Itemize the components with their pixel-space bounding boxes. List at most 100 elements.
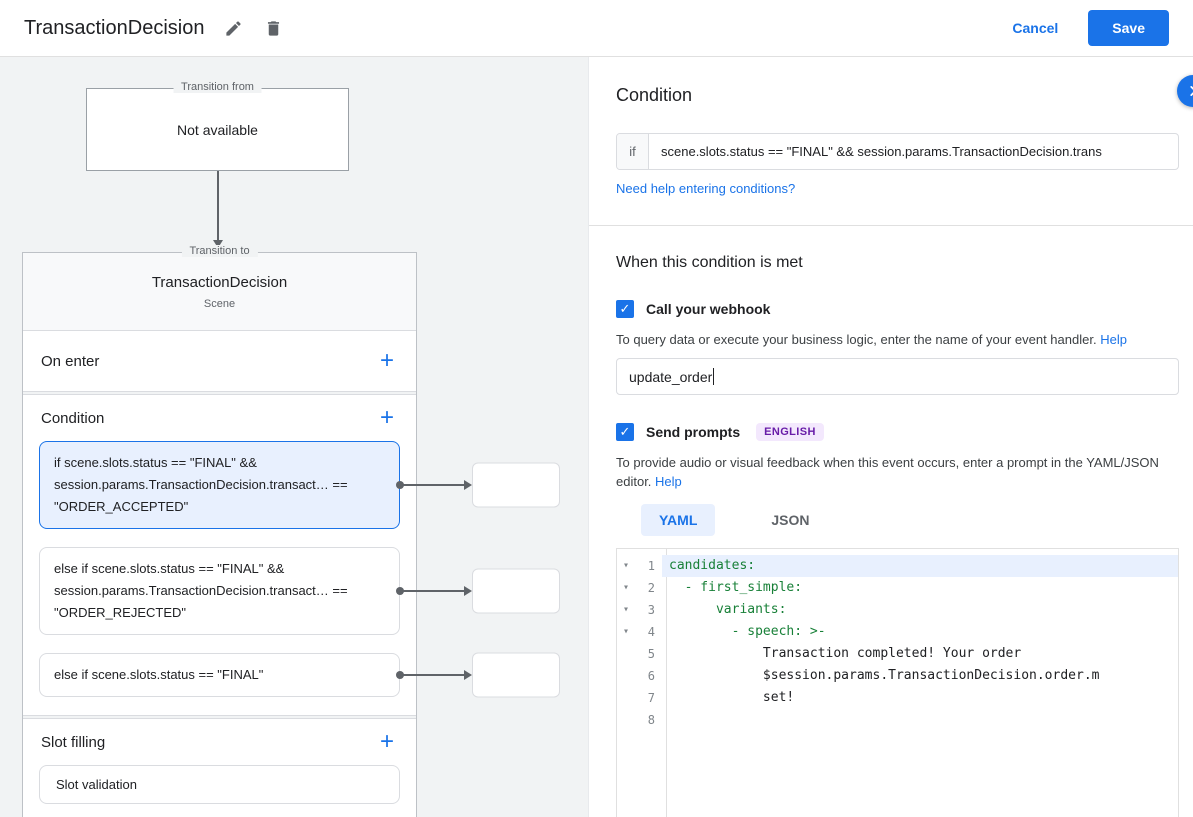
delete-scene-button[interactable]	[262, 17, 284, 39]
editor-tabs: YAML JSON	[641, 504, 828, 536]
condition-list: if scene.slots.status == "FINAL" && sess…	[23, 441, 416, 697]
connector-arrowhead	[464, 480, 472, 490]
slot-filling-label: Slot filling	[41, 734, 105, 751]
scene-type-label: Scene	[23, 298, 416, 310]
code-text: - first_simple:	[662, 577, 1178, 599]
connector-line	[403, 484, 467, 486]
condition-text: else if scene.slots.status == "FINAL"	[54, 667, 263, 682]
page-title: TransactionDecision	[24, 17, 204, 40]
connector-arrowhead	[464, 586, 472, 596]
condition-detail-panel: Condition if scene.slots.status == "FINA…	[588, 57, 1193, 817]
editor-line[interactable]: 5 Transaction completed! Your order	[617, 643, 1178, 665]
send-prompts-label: Send prompts	[646, 424, 740, 440]
line-number: 1	[635, 555, 661, 577]
condition-item-final[interactable]: else if scene.slots.status == "FINAL"	[39, 653, 400, 697]
screen: TransactionDecision Cancel Save Transiti…	[0, 0, 1193, 817]
condition-text: if scene.slots.status == "FINAL" && sess…	[54, 455, 348, 514]
event-handler-input[interactable]: update_order	[616, 358, 1179, 395]
call-webhook-checkbox[interactable]: ✓	[616, 300, 634, 318]
condition-section-label: Condition	[41, 410, 104, 427]
cancel-button[interactable]: Cancel	[1012, 20, 1058, 36]
fold-arrow-icon	[617, 709, 635, 731]
collapse-panel-button[interactable]	[1177, 75, 1193, 107]
edit-title-button[interactable]	[222, 17, 244, 39]
transition-from-box[interactable]: Transition from Not available	[86, 88, 349, 171]
when-condition-met-title: When this condition is met	[616, 254, 803, 272]
tab-yaml[interactable]: YAML	[641, 504, 715, 536]
prompts-description: To provide audio or visual feedback when…	[616, 453, 1182, 491]
webhook-help-link[interactable]: Help	[1100, 332, 1127, 347]
scene-name: TransactionDecision	[23, 274, 416, 291]
slot-validation-item[interactable]: Slot validation	[39, 765, 400, 804]
editor-line[interactable]: ▾4 - speech: >-	[617, 621, 1178, 643]
webhook-description-text: To query data or execute your business l…	[616, 332, 1097, 347]
conditions-help-link[interactable]: Need help entering conditions?	[616, 181, 795, 196]
code-text	[662, 709, 1178, 731]
code-text: - speech: >-	[662, 621, 1178, 643]
yaml-editor-lines: ▾1candidates:▾2 - first_simple:▾3 varian…	[617, 549, 1178, 731]
condition-item-accepted[interactable]: if scene.slots.status == "FINAL" && sess…	[39, 441, 400, 529]
line-number: 5	[635, 643, 661, 665]
editor-line[interactable]: 7 set!	[617, 687, 1178, 709]
if-prefix-label: if	[617, 134, 649, 169]
slot-validation-label: Slot validation	[56, 777, 137, 792]
transition-target-box[interactable]	[472, 653, 560, 698]
fold-arrow-icon[interactable]: ▾	[617, 555, 635, 577]
webhook-description: To query data or execute your business l…	[616, 330, 1182, 349]
fold-arrow-icon[interactable]: ▾	[617, 621, 635, 643]
chevron-right-icon	[1186, 84, 1193, 98]
language-badge: ENGLISH	[756, 423, 824, 441]
editor-line[interactable]: 6 $session.params.TransactionDecision.or…	[617, 665, 1178, 687]
fold-arrow-icon[interactable]: ▾	[617, 577, 635, 599]
on-enter-label: On enter	[41, 353, 99, 370]
trash-icon	[264, 19, 283, 38]
code-text: candidates:	[662, 555, 1178, 577]
panel-divider	[589, 225, 1193, 226]
panel-title: Condition	[616, 85, 692, 106]
transition-from-label: Transition from	[173, 81, 262, 93]
transition-target-box[interactable]	[472, 463, 560, 508]
editor-line[interactable]: 8	[617, 709, 1178, 731]
transition-to-label: Transition to	[181, 245, 257, 257]
connector-arrowhead	[464, 670, 472, 680]
line-number: 7	[635, 687, 661, 709]
scene-card-header[interactable]: TransactionDecision Scene	[23, 253, 416, 331]
save-button[interactable]: Save	[1088, 10, 1169, 46]
condition-expression-input[interactable]: scene.slots.status == "FINAL" && session…	[649, 134, 1178, 169]
prompts-help-link[interactable]: Help	[655, 474, 682, 489]
check-icon: ✓	[620, 424, 631, 440]
connector-line	[403, 674, 467, 676]
fold-arrow-icon[interactable]: ▾	[617, 599, 635, 621]
call-webhook-label: Call your webhook	[646, 301, 770, 317]
yaml-editor[interactable]: ▾1candidates:▾2 - first_simple:▾3 varian…	[616, 548, 1179, 817]
line-number: 8	[635, 709, 661, 731]
code-text: Transaction completed! Your order	[662, 643, 1178, 665]
line-number: 3	[635, 599, 661, 621]
fold-arrow-icon	[617, 687, 635, 709]
scene-card: Transition to TransactionDecision Scene …	[22, 252, 417, 817]
editor-line[interactable]: ▾2 - first_simple:	[617, 577, 1178, 599]
code-text: $session.params.TransactionDecision.orde…	[662, 665, 1178, 687]
add-condition-icon[interactable]: +	[376, 407, 398, 429]
condition-section-header: Condition +	[23, 395, 416, 441]
prompts-description-text: To provide audio or visual feedback when…	[616, 455, 1159, 489]
send-prompts-checkbox[interactable]: ✓	[616, 423, 634, 441]
transition-target-box[interactable]	[472, 569, 560, 614]
check-icon: ✓	[620, 301, 631, 317]
editor-line[interactable]: ▾1candidates:	[617, 555, 1178, 577]
top-bar: TransactionDecision Cancel Save	[0, 0, 1193, 57]
line-number: 6	[635, 665, 661, 687]
add-slot-icon[interactable]: +	[376, 731, 398, 753]
tab-json[interactable]: JSON	[753, 504, 827, 536]
scene-flow-pane: Transition from Not available Transition…	[0, 57, 588, 817]
code-text: variants:	[662, 599, 1178, 621]
fold-arrow-icon	[617, 665, 635, 687]
slot-filling-section-header: Slot filling +	[23, 719, 416, 765]
code-text: set!	[662, 687, 1178, 709]
condition-item-rejected[interactable]: else if scene.slots.status == "FINAL" &&…	[39, 547, 400, 635]
webhook-checkbox-row: ✓ Call your webhook	[616, 300, 770, 318]
flow-arrow-line	[217, 171, 219, 240]
condition-expression-row: if scene.slots.status == "FINAL" && sess…	[616, 133, 1179, 170]
add-on-enter-icon[interactable]: +	[376, 350, 398, 372]
editor-line[interactable]: ▾3 variants:	[617, 599, 1178, 621]
